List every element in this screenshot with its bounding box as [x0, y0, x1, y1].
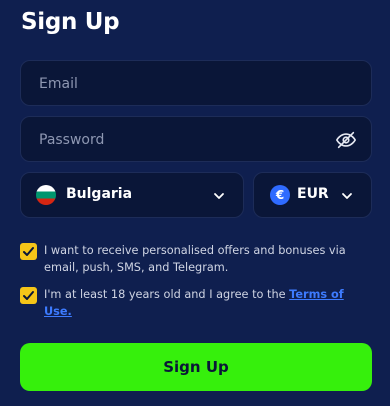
age-terms-consent-text: I'm at least 18 years old and I agree to…: [44, 287, 372, 320]
sign-up-button[interactable]: Sign Up: [20, 343, 372, 391]
chevron-down-icon: [214, 193, 224, 199]
offers-consent-text: I want to receive personalised offers an…: [44, 244, 346, 274]
bulgaria-flag-icon: [36, 185, 56, 205]
currency-select[interactable]: € EUR: [253, 172, 372, 218]
offers-consent-checkbox[interactable]: [20, 243, 37, 260]
country-value: Bulgaria: [66, 186, 133, 202]
chevron-down-icon: [342, 193, 352, 199]
checkmark-icon: [23, 247, 34, 256]
country-select[interactable]: Bulgaria: [20, 172, 244, 218]
page-title: Sign Up: [21, 9, 120, 35]
password-input[interactable]: [37, 117, 321, 163]
email-field-container[interactable]: [20, 60, 372, 107]
age-terms-consent-checkbox[interactable]: [20, 287, 37, 304]
euro-icon: €: [270, 185, 290, 205]
password-field-container[interactable]: [20, 116, 372, 163]
currency-value: EUR: [297, 186, 329, 202]
email-input[interactable]: [37, 61, 321, 107]
age-terms-text: I'm at least 18 years old and I agree to…: [44, 288, 290, 301]
eye-slash-icon[interactable]: [335, 129, 357, 151]
checkmark-icon: [23, 291, 34, 300]
